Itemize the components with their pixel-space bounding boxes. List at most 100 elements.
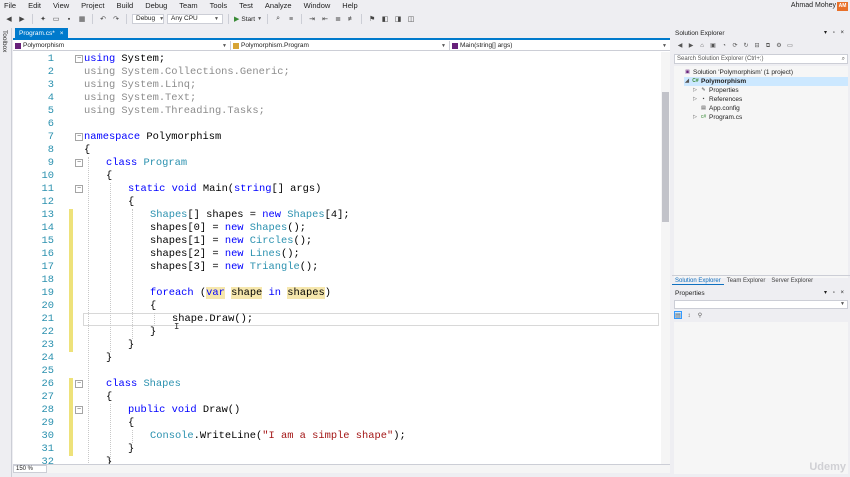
collapse-icon[interactable]: − xyxy=(75,55,83,63)
properties-wrench-icon[interactable]: ⚙ xyxy=(775,42,783,50)
editor-status-row: 150 % xyxy=(13,464,670,473)
pending-changes-icon[interactable]: ◔ xyxy=(720,42,728,50)
sync-icon[interactable]: ⟳ xyxy=(731,42,739,50)
new-item-icon[interactable]: ✦ xyxy=(38,14,48,24)
code-text: Shapes[] shapes = new Shapes[4]; xyxy=(150,209,350,222)
code-line[interactable]: 3 using System.Linq; xyxy=(13,79,661,92)
forward-icon[interactable]: ▶ xyxy=(17,14,27,24)
undo-icon[interactable]: ↶ xyxy=(98,14,108,24)
menu-test[interactable]: Test xyxy=(233,0,259,12)
tab-team-explorer[interactable]: Team Explorer xyxy=(724,276,769,285)
uncomment-icon[interactable]: ≢ xyxy=(346,14,356,24)
toolbox-tab[interactable]: Toolbox xyxy=(1,30,8,52)
tree-item[interactable]: ▷ ✎ Properties xyxy=(692,86,739,95)
redo-icon[interactable]: ↷ xyxy=(111,14,121,24)
code-line[interactable]: 26 − class Shapes xyxy=(13,378,661,391)
code-line[interactable]: 8{ xyxy=(13,144,661,157)
close-icon[interactable]: × xyxy=(60,28,64,39)
member-dropdown[interactable]: Main(string[] args) ▼ xyxy=(450,41,670,51)
menu-tools[interactable]: Tools xyxy=(204,0,234,12)
code-line[interactable]: 4 using System.Text; xyxy=(13,92,661,105)
line-number: 9 xyxy=(47,157,54,169)
expand-icon[interactable]: ▷ xyxy=(692,95,698,104)
solution-explorer-search[interactable]: Search Solution Explorer (Ctrl+;) ⌕ xyxy=(674,54,848,64)
tab-solution-explorer[interactable]: Solution Explorer xyxy=(672,276,724,285)
tab-server-explorer[interactable]: Server Explorer xyxy=(768,276,816,285)
collapse-icon[interactable]: − xyxy=(75,380,83,388)
document-tab[interactable]: Program.cs* × xyxy=(15,28,68,39)
menu-debug[interactable]: Debug xyxy=(139,0,173,12)
find-icon[interactable]: ⌕ xyxy=(273,14,283,24)
indent-icon[interactable]: ⇥ xyxy=(307,14,317,24)
code-line[interactable]: 1 − using System; xyxy=(13,53,661,66)
comment-icon[interactable]: ≣ xyxy=(333,14,343,24)
tree-item[interactable]: ▤ App.config xyxy=(692,104,740,113)
pane-window-buttons[interactable]: ▾ ▫ × xyxy=(824,28,846,39)
format-icon[interactable]: ≡ xyxy=(286,14,296,24)
project-dropdown[interactable]: Polymorphism ▼ xyxy=(13,41,231,51)
menu-build[interactable]: Build xyxy=(111,0,140,12)
code-line[interactable]: 7 − namespace Polymorphism xyxy=(13,131,661,144)
switch-views-icon[interactable]: ▣ xyxy=(709,42,717,50)
menu-team[interactable]: Team xyxy=(173,0,203,12)
menu-project[interactable]: Project xyxy=(75,0,110,12)
show-all-files-icon[interactable]: ⧉ xyxy=(764,42,772,50)
collapse-all-icon[interactable]: ⊟ xyxy=(753,42,761,50)
collapse-icon[interactable]: − xyxy=(75,185,83,193)
menu-view[interactable]: View xyxy=(47,0,75,12)
prev-bookmark-icon[interactable]: ◧ xyxy=(380,14,390,24)
code-line[interactable]: 25 xyxy=(13,365,661,378)
tree-item[interactable]: ◢ C# Polymorphism xyxy=(684,77,848,86)
code-line[interactable]: 27 { xyxy=(13,391,661,404)
back-icon[interactable]: ◀ xyxy=(4,14,14,24)
open-file-icon[interactable]: ▭ xyxy=(51,14,61,24)
outdent-icon[interactable]: ⇤ xyxy=(320,14,330,24)
expand-icon[interactable]: ◢ xyxy=(684,77,690,86)
back-icon[interactable]: ◀ xyxy=(676,42,684,50)
next-bookmark-icon[interactable]: ◨ xyxy=(393,14,403,24)
collapse-icon[interactable]: − xyxy=(75,133,83,141)
menu-window[interactable]: Window xyxy=(298,0,337,12)
tree-item[interactable]: ▷ c# Program.cs xyxy=(692,113,742,122)
properties-object-selector[interactable]: ▼ xyxy=(674,300,848,309)
vertical-scrollbar[interactable] xyxy=(661,52,670,464)
tree-item[interactable]: ▷ ▪ References xyxy=(692,95,742,104)
expand-icon[interactable]: ▷ xyxy=(692,86,698,95)
solution-configuration-select[interactable]: Debug ▼ xyxy=(132,14,164,24)
categorized-icon[interactable]: ▤ xyxy=(674,311,682,319)
type-dropdown[interactable]: Polymorphism.Program ▼ xyxy=(231,41,450,51)
alphabetical-icon[interactable]: ↕ xyxy=(685,311,693,319)
start-button[interactable]: ▶ Start ▼ xyxy=(234,15,262,24)
expand-icon[interactable]: ▷ xyxy=(692,113,698,122)
menu-edit[interactable]: Edit xyxy=(22,0,47,12)
menu-help[interactable]: Help xyxy=(336,0,363,12)
code-line[interactable]: 10 { xyxy=(13,170,661,183)
refresh-icon[interactable]: ↻ xyxy=(742,42,750,50)
clear-bookmarks-icon[interactable]: ◫ xyxy=(406,14,416,24)
save-icon[interactable]: ▪ xyxy=(64,14,74,24)
save-all-icon[interactable]: ▦ xyxy=(77,14,87,24)
collapse-icon[interactable]: − xyxy=(75,159,83,167)
property-pages-icon[interactable]: ⚲ xyxy=(696,311,704,319)
code-line[interactable]: 6 xyxy=(13,118,661,131)
forward-icon[interactable]: ▶ xyxy=(687,42,695,50)
bookmark-icon[interactable]: ⚑ xyxy=(367,14,377,24)
menu-analyze[interactable]: Analyze xyxy=(259,0,298,12)
code-line[interactable]: 24} xyxy=(13,352,661,365)
code-line[interactable]: 9 − class Program xyxy=(13,157,661,170)
tree-item[interactable]: ▣ Solution 'Polymorphism' (1 project) xyxy=(676,68,793,77)
home-icon[interactable]: ⌂ xyxy=(698,42,706,50)
pane-window-buttons[interactable]: ▾ ▫ × xyxy=(824,288,846,299)
code-line[interactable]: 2 using System.Collections.Generic; xyxy=(13,66,661,79)
solution-platform-select[interactable]: Any CPU ▼ xyxy=(167,14,223,24)
user-avatar[interactable]: AM xyxy=(837,2,848,11)
line-number: 29 xyxy=(41,417,54,429)
collapse-icon[interactable]: − xyxy=(75,406,83,414)
user-name[interactable]: Ahmad Mohey xyxy=(791,0,836,12)
code-area[interactable]: 1− using System; 2 using System.Collections… xyxy=(13,52,661,464)
preview-icon[interactable]: ▭ xyxy=(786,42,794,50)
menu-file[interactable]: File xyxy=(0,0,22,12)
scrollbar-thumb[interactable] xyxy=(662,92,669,222)
code-line[interactable]: 5 using System.Threading.Tasks; xyxy=(13,105,661,118)
zoom-select[interactable]: 150 % xyxy=(13,465,47,473)
